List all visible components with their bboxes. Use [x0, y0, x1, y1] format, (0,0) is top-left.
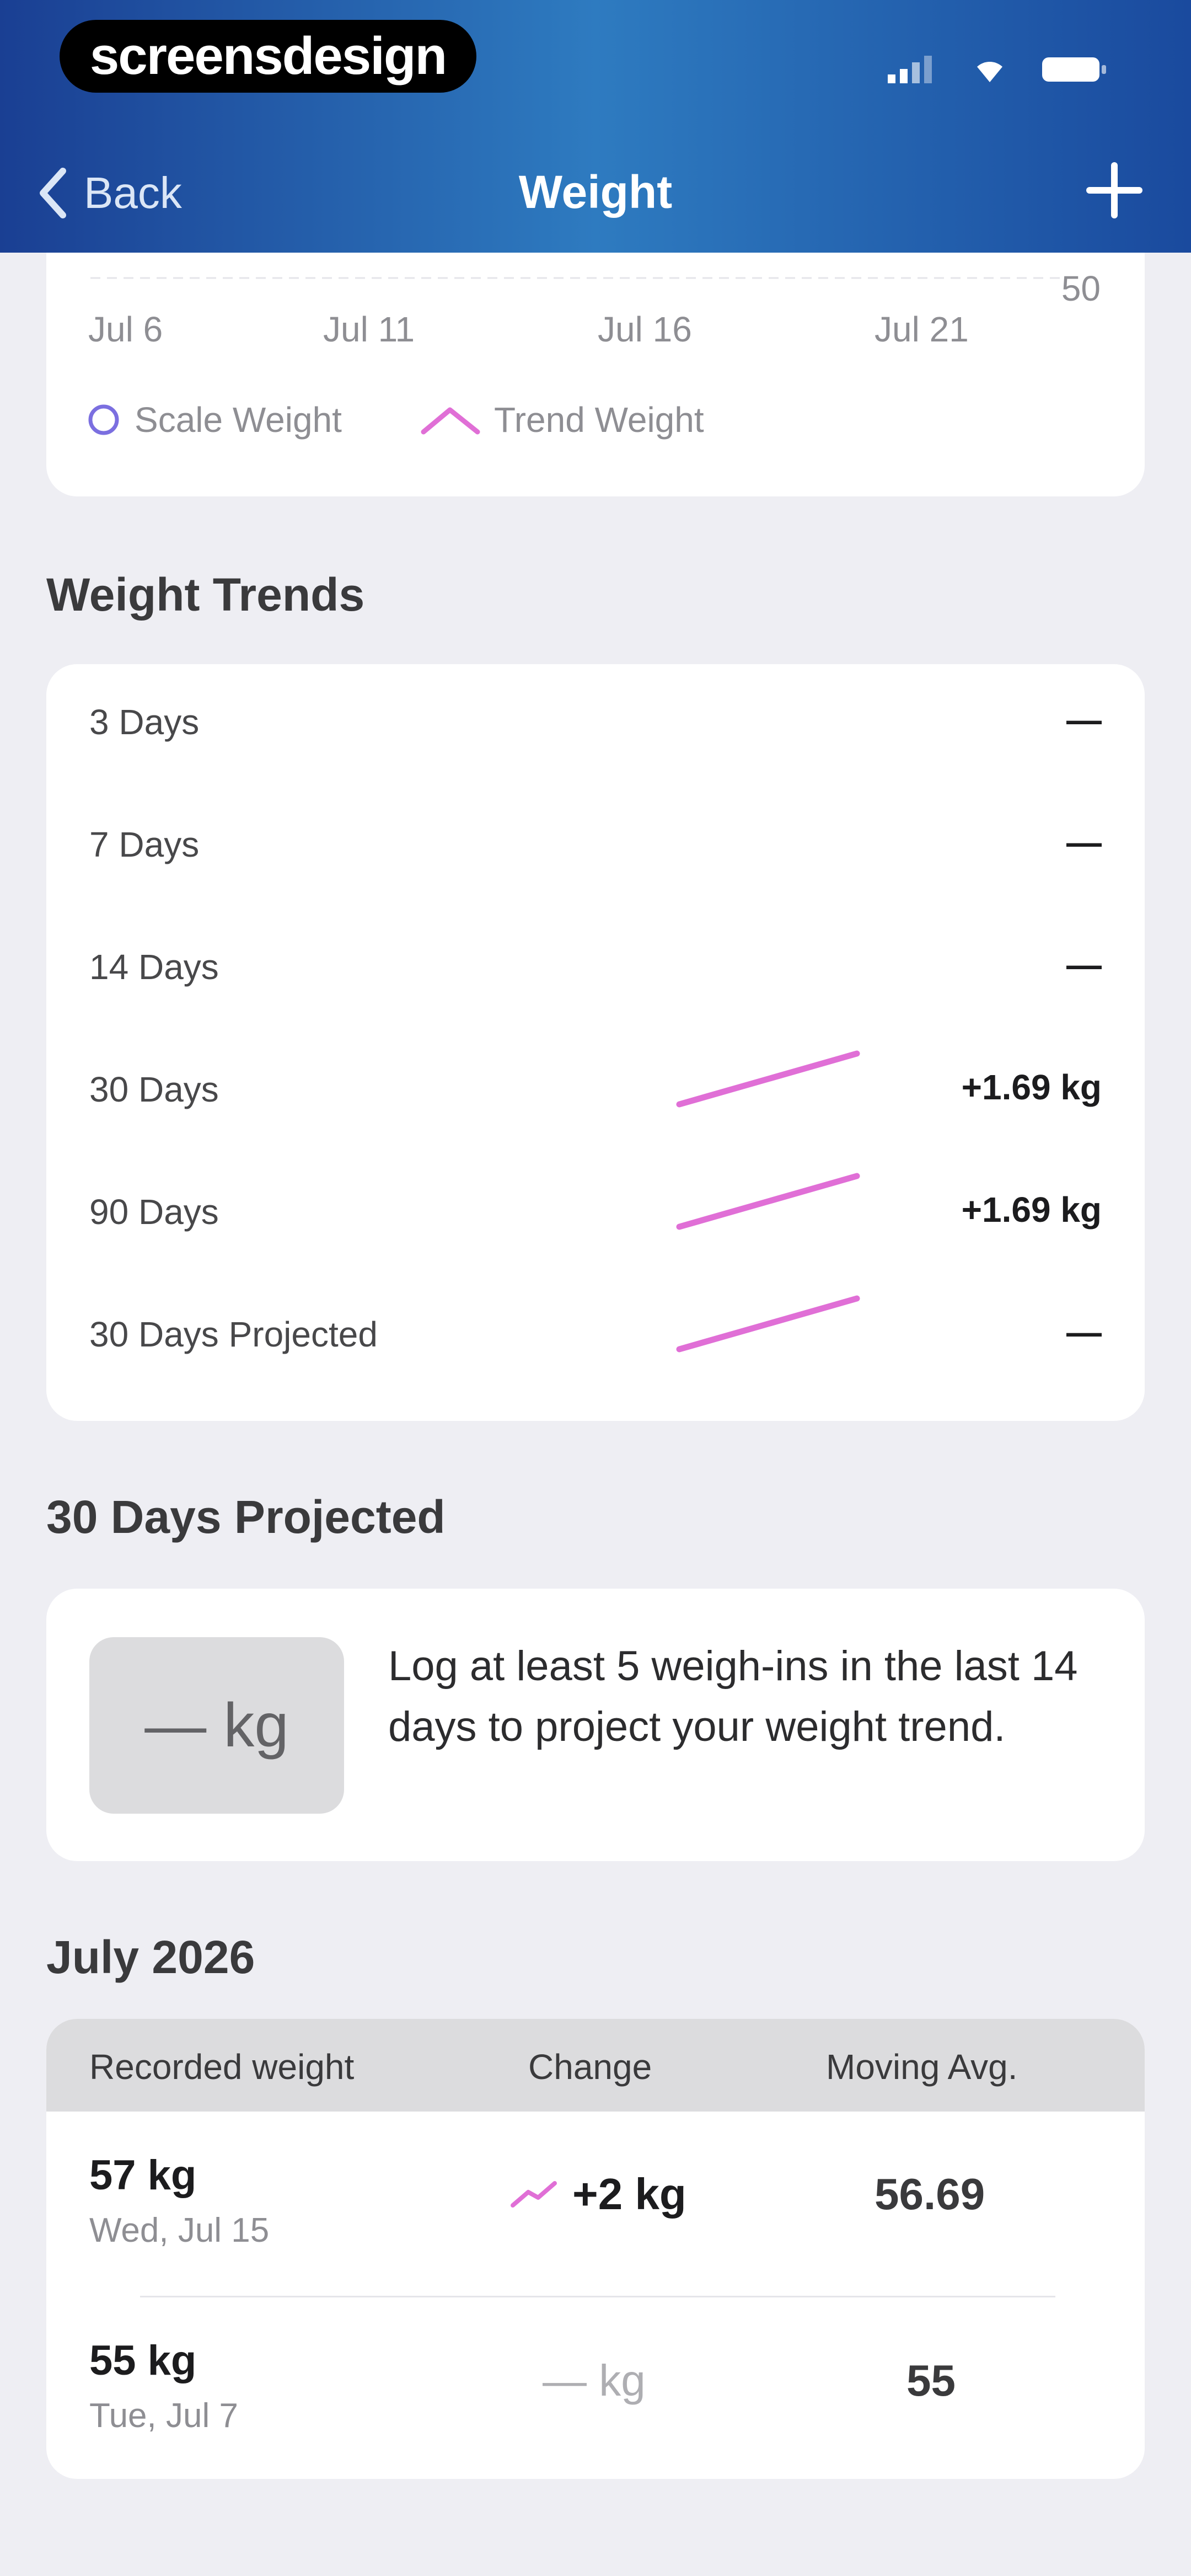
table-header: Recorded weight Change Moving Avg.	[46, 2019, 1145, 2112]
section-title-projected: 30 Days Projected	[46, 1491, 446, 1543]
recorded-weight: 55 kg	[89, 2337, 197, 2384]
column-header: Moving Avg.	[826, 2047, 1018, 2087]
battery-icon	[1042, 57, 1106, 82]
weight-trends-card: 3 Days — 7 Days — 14 Days — 30 Days +1.6…	[46, 664, 1145, 1421]
trend-up-icon	[511, 2181, 557, 2208]
trend-value: —	[1066, 700, 1102, 740]
projected-value: — kg	[89, 1637, 344, 1814]
trend-label: 30 Days	[89, 1070, 219, 1109]
column-header: Recorded weight	[89, 2047, 355, 2087]
trend-row[interactable]: 30 Days Projected —	[46, 1276, 1145, 1399]
table-row[interactable]: 55 kg Tue, Jul 7 — kg 55	[46, 2297, 1145, 2479]
trend-label: 3 Days	[89, 702, 200, 742]
trend-value: +1.69 kg	[961, 1067, 1102, 1107]
trend-value: —	[1066, 822, 1102, 862]
trend-row[interactable]: 14 Days —	[46, 909, 1145, 1032]
change-value: — kg	[543, 2356, 646, 2405]
trend-row[interactable]: 30 Days +1.69 kg	[46, 1032, 1145, 1154]
trend-label: 90 Days	[89, 1192, 219, 1232]
x-tick-label: Jul 21	[875, 309, 969, 349]
trend-sparkline-icon	[676, 1173, 860, 1230]
legend-label: Trend Weight	[494, 400, 704, 440]
legend-item-trend-weight: Trend Weight	[420, 399, 704, 440]
section-title-weight-trends: Weight Trends	[46, 569, 365, 621]
trend-row[interactable]: 7 Days —	[46, 787, 1145, 909]
trend-sparkline-icon	[676, 1050, 860, 1108]
legend-item-scale-weight: Scale Weight	[86, 399, 342, 440]
trend-row[interactable]: 3 Days —	[46, 664, 1145, 787]
trend-label: 30 Days Projected	[89, 1314, 378, 1354]
trend-value: —	[1066, 1312, 1102, 1352]
trend-sparkline-icon	[676, 1295, 860, 1353]
moving-avg: 56.69	[875, 2169, 985, 2219]
legend-label: Scale Weight	[135, 400, 342, 440]
weight-log-table: Recorded weight Change Moving Avg. 57 kg…	[46, 2019, 1145, 2479]
circle-icon	[88, 404, 119, 435]
projected-message: Log at least 5 weigh-ins in the last 14 …	[388, 1643, 1078, 1750]
y-tick-label: 50	[1061, 269, 1101, 308]
section-title-month: July 2026	[46, 1931, 255, 1983]
x-tick-label: Jul 11	[323, 309, 415, 349]
change-value: +2 kg	[572, 2169, 686, 2219]
moving-avg: 55	[906, 2356, 956, 2405]
signal-icon	[888, 56, 932, 83]
projected-card: — kg Log at least 5 weigh-ins in the las…	[46, 1589, 1145, 1861]
recorded-weight: 57 kg	[89, 2152, 197, 2199]
column-header: Change	[528, 2047, 652, 2087]
trend-label: 7 Days	[89, 825, 200, 864]
recorded-date: Tue, Jul 7	[89, 2397, 238, 2435]
trend-line-icon	[421, 407, 480, 435]
status-icons	[888, 53, 1108, 86]
trend-value: —	[1066, 945, 1102, 985]
add-icon[interactable]	[1084, 160, 1145, 221]
x-tick-label: Jul 16	[598, 309, 692, 349]
table-row[interactable]: 57 kg Wed, Jul 15 +2 kg 56.69	[46, 2112, 1145, 2296]
wifi-icon	[977, 62, 1002, 82]
change-cell: +2 kg	[509, 2169, 686, 2220]
x-tick-label: Jul 6	[88, 309, 163, 349]
trend-label: 14 Days	[89, 947, 219, 987]
app-header: screensdesign Back Weight	[0, 0, 1191, 253]
trend-value: +1.69 kg	[961, 1190, 1102, 1230]
recorded-date: Wed, Jul 15	[89, 2211, 270, 2249]
trend-row[interactable]: 90 Days +1.69 kg	[46, 1154, 1145, 1276]
brand-logo: screensdesign	[60, 20, 476, 93]
chart-gridline	[90, 277, 1083, 279]
page-title: Weight	[518, 166, 673, 218]
